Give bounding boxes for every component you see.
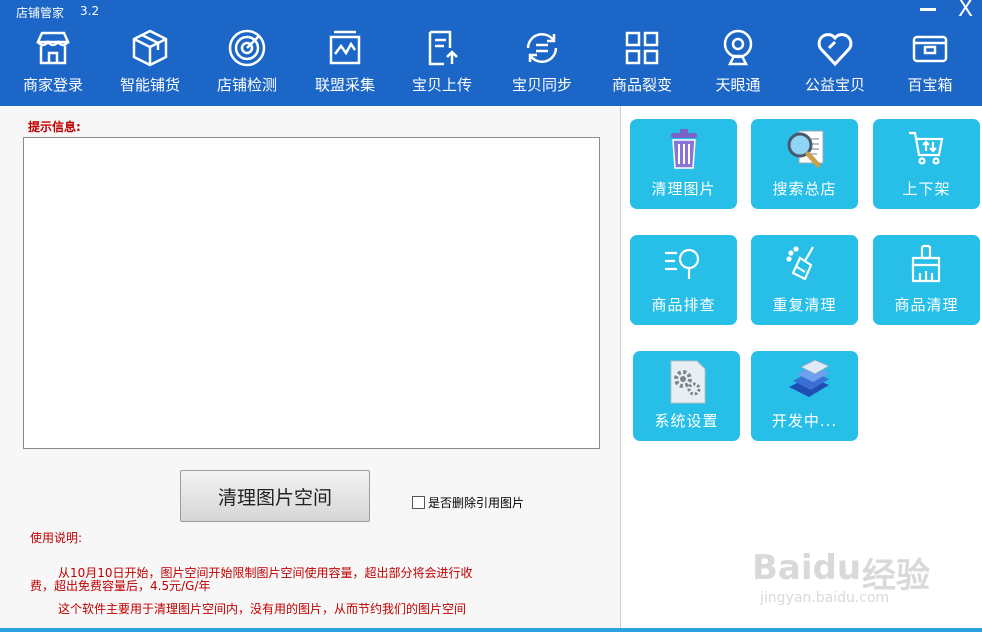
nav-smart-listing[interactable]: 智能铺货 xyxy=(102,26,198,102)
tile-listing-status[interactable]: 上下架 xyxy=(873,119,980,209)
shopping-cart-icon xyxy=(909,131,944,165)
tile-label: 商品清理 xyxy=(894,296,959,314)
nav-shop-check[interactable]: 店铺检测 xyxy=(199,26,295,102)
watermark-brand: Baidu xyxy=(752,548,862,588)
tile-duplicate-clean[interactable]: 重复清理 xyxy=(751,235,858,325)
watermark-url: jingyan.baidu.com xyxy=(760,590,890,606)
nav-label: 宝贝同步 xyxy=(511,76,572,94)
search-list-icon xyxy=(665,248,700,279)
hint-log-box[interactable] xyxy=(23,137,600,449)
nav-label: 百宝箱 xyxy=(907,76,953,94)
tile-label: 清理图片 xyxy=(651,180,716,198)
nav-label: 商品裂变 xyxy=(611,76,672,94)
nav-label: 商家登录 xyxy=(22,76,83,94)
heart-icon xyxy=(817,33,853,67)
nav-merchant-login[interactable]: 商家登录 xyxy=(5,26,101,102)
tile-product-clean[interactable]: 商品清理 xyxy=(873,235,980,325)
radar-icon xyxy=(228,29,266,67)
checkbox-label: 是否删除引用图片 xyxy=(428,496,525,510)
webcam-icon xyxy=(723,29,753,66)
baidu-jingyan-watermark: Baidu 经验 jingyan.baidu.com xyxy=(752,548,952,618)
wallet-icon xyxy=(912,35,948,63)
tile-clean-images[interactable]: 清理图片 xyxy=(630,119,737,209)
tile-label: 开发中... xyxy=(771,412,838,430)
hint-label: 提示信息: xyxy=(28,120,81,134)
tile-label: 上下架 xyxy=(902,180,951,198)
storefront-icon xyxy=(36,31,70,65)
magnifier-document-icon xyxy=(787,130,824,168)
tile-search-store[interactable]: 搜索总店 xyxy=(751,119,858,209)
nav-toolbox[interactable]: 百宝箱 xyxy=(882,26,978,102)
tile-label: 搜索总店 xyxy=(772,180,837,198)
sync-icon xyxy=(526,32,558,64)
top-toolbar: 店铺管家 3.2 X 商家登录 智能铺货 店铺检测 联盟采集 宝贝上传 宝贝同步… xyxy=(0,0,982,106)
nav-product-split[interactable]: 商品裂变 xyxy=(594,26,690,102)
tile-label: 商品排查 xyxy=(651,296,716,314)
nav-item-upload[interactable]: 宝贝上传 xyxy=(394,26,490,102)
box-icon xyxy=(132,29,168,67)
nav-label: 宝贝上传 xyxy=(411,76,472,94)
tile-label: 系统设置 xyxy=(654,412,719,430)
broom-icon xyxy=(786,246,814,281)
usage-text: 这个软件主要用于清理图片空间内，没有用的图片，从而节约我们的图片空间 xyxy=(58,602,467,616)
nav-label: 公益宝贝 xyxy=(804,76,865,94)
nav-alliance-collect[interactable]: 联盟采集 xyxy=(297,26,393,102)
trash-can-icon xyxy=(671,129,697,169)
left-panel: 提示信息: 清理图片空间 是否删除引用图片 使用说明: 从10月10日开始，图片… xyxy=(0,106,620,632)
brush-icon xyxy=(911,244,941,283)
tile-label: 重复清理 xyxy=(772,296,837,314)
tile-in-development[interactable]: 开发中... xyxy=(751,351,858,441)
delete-referenced-images-checkbox[interactable] xyxy=(412,496,425,509)
minimize-button[interactable] xyxy=(918,0,938,16)
nav-label: 智能铺货 xyxy=(119,76,180,94)
upload-document-icon xyxy=(428,30,458,66)
clean-image-space-button[interactable]: 清理图片空间 xyxy=(180,470,370,522)
pane-divider xyxy=(620,106,621,632)
chart-monitor-icon xyxy=(329,30,361,65)
grid-icon xyxy=(625,31,659,65)
nav-label: 店铺检测 xyxy=(216,76,277,94)
tile-product-check[interactable]: 商品排查 xyxy=(630,235,737,325)
app-title: 店铺管家 xyxy=(16,6,65,20)
gear-document-icon xyxy=(670,360,706,404)
nav-label: 联盟采集 xyxy=(314,76,375,94)
app-version: 3.2 xyxy=(80,4,100,18)
nav-item-sync[interactable]: 宝贝同步 xyxy=(494,26,590,102)
nav-sky-eye[interactable]: 天眼通 xyxy=(690,26,786,102)
nav-charity-item[interactable]: 公益宝贝 xyxy=(787,26,883,102)
close-button[interactable]: X xyxy=(958,0,973,22)
tile-system-settings[interactable]: 系统设置 xyxy=(633,351,740,441)
delete-referenced-images-option[interactable]: 是否删除引用图片 xyxy=(412,494,524,511)
document-stack-icon xyxy=(789,359,830,397)
nav-label: 天眼通 xyxy=(715,76,761,94)
usage-title: 使用说明: xyxy=(30,531,83,545)
usage-text: 费，超出免费容量后，4.5元/G/年 xyxy=(30,579,211,593)
bottom-accent-line xyxy=(0,628,982,632)
